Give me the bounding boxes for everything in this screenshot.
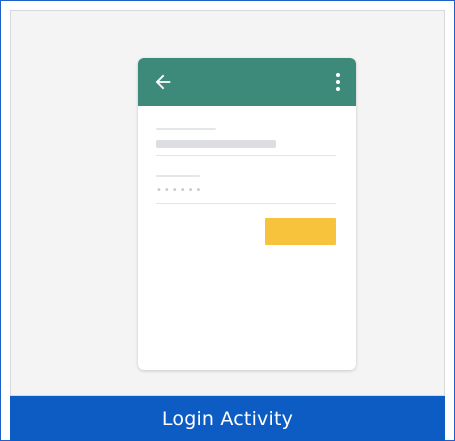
more-vert-icon <box>336 73 340 91</box>
username-value-placeholder <box>156 140 276 148</box>
template-preview[interactable]: •••••• <box>10 10 445 396</box>
phone-mockup: •••••• <box>138 58 356 370</box>
caption-bar: Login Activity <box>10 396 445 441</box>
password-dots: •••••• <box>156 185 204 196</box>
password-label-placeholder <box>156 175 200 177</box>
app-bar <box>138 58 356 106</box>
password-underline <box>156 203 336 204</box>
arrow-left-icon <box>155 74 171 90</box>
username-underline <box>156 155 336 156</box>
username-label-placeholder <box>156 128 216 130</box>
login-button-placeholder <box>265 218 336 245</box>
template-tile[interactable]: •••••• Login Activity <box>0 0 455 441</box>
template-caption: Login Activity <box>161 407 294 430</box>
